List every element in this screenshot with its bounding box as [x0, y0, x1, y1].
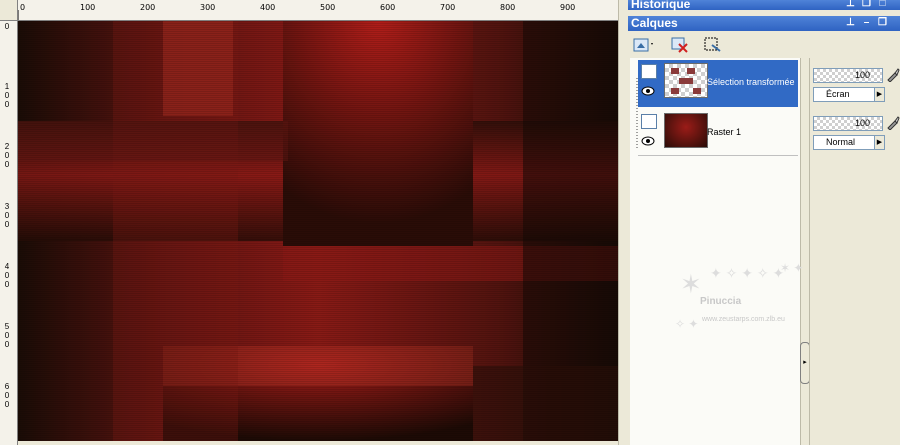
layer-props-row: 100 Normal ▶ — [810, 116, 900, 156]
layer-props-row: 100 Écran ▶ — [810, 68, 900, 108]
brush-icon[interactable] — [886, 116, 900, 130]
brush-icon[interactable] — [886, 68, 900, 82]
ruler-label-200: 200 — [140, 3, 156, 12]
blend-mode-select[interactable]: Écran ▶ — [813, 87, 885, 102]
ruler-corner — [0, 0, 18, 21]
layer-thumbnail — [664, 113, 708, 148]
ruler-label-900: 900 — [560, 3, 576, 12]
calques-title: Calques — [631, 16, 678, 30]
ruler-label-300: 300 — [200, 3, 216, 12]
vruler-label-200: 200 — [4, 142, 10, 169]
opacity-field[interactable]: 100 — [813, 116, 883, 131]
calques-titlebar[interactable]: Calques ⊥ – ❐ — [628, 16, 900, 31]
pin-icon[interactable]: ⊥ — [845, 17, 856, 28]
layers-toolbar — [628, 33, 900, 57]
new-layer-icon[interactable] — [632, 35, 654, 55]
layer-row[interactable]: Sélection transformée — [638, 60, 798, 107]
layer-type-icon — [641, 64, 657, 79]
watermark-name: Pinuccia — [700, 296, 742, 307]
restore-icon[interactable]: ❐ — [877, 17, 888, 28]
right-panel: Historique ⊥ ❐ □ Calques ⊥ – ❐ Sélection… — [628, 0, 900, 445]
svg-text:✧ ✦: ✧ ✦ — [675, 317, 698, 331]
blend-mode-select[interactable]: Normal ▶ — [813, 135, 885, 150]
layer-row[interactable]: Raster 1 — [638, 110, 798, 157]
delete-layer-icon[interactable] — [670, 35, 692, 55]
image-canvas[interactable] — [18, 21, 618, 441]
restore-icon[interactable]: ❐ — [861, 0, 872, 9]
vruler-label-600: 600 — [4, 382, 10, 409]
layers-list: Sélection transformée Raster 1 ✶ ✦ ✧ ✦ ✧… — [630, 58, 810, 445]
layer-name: Raster 1 — [707, 127, 742, 137]
vruler-label-400: 400 — [4, 262, 10, 289]
ruler-label-0: 0 — [20, 3, 26, 12]
blend-mode-value: Écran — [826, 89, 850, 99]
canvas-artwork — [18, 21, 618, 441]
horizontal-ruler: 0 100 200 300 400 500 600 700 800 900 — [0, 0, 620, 21]
ruler-label-800: 800 — [500, 3, 516, 12]
layer-type-icon — [641, 114, 657, 129]
vruler-label-0: 0 — [4, 22, 10, 31]
eye-icon[interactable] — [641, 136, 655, 146]
vruler-label-500: 500 — [4, 322, 10, 349]
historique-titlebar[interactable]: Historique ⊥ ❐ □ — [628, 0, 900, 10]
pin-icon[interactable]: ⊥ — [845, 0, 856, 9]
historique-title: Historique — [631, 0, 691, 11]
ruler-label-500: 500 — [320, 3, 336, 12]
layer-divider — [638, 155, 798, 156]
vruler-label-100: 100 — [4, 82, 10, 109]
ruler-label-100: 100 — [80, 3, 96, 12]
vruler-label-300: 300 — [4, 202, 10, 229]
blend-mode-value: Normal — [826, 137, 856, 147]
layer-properties: 100 Écran ▶ 100 Normal ▶ — [809, 58, 900, 445]
dropdown-arrow-icon[interactable]: ▶ — [874, 136, 884, 149]
mask-icon[interactable] — [702, 35, 724, 55]
eye-icon[interactable] — [641, 86, 655, 96]
watermark-url: www.zeustarps.com.zlb.eu — [702, 316, 785, 323]
svg-text:✶: ✶ — [680, 269, 702, 299]
layer-name: Sélection transformée — [707, 77, 795, 87]
svg-text:✶ ✦: ✶ ✦ — [780, 261, 803, 275]
dropdown-arrow-icon[interactable]: ▶ — [874, 88, 884, 101]
minimize-icon[interactable]: – — [861, 17, 872, 28]
ruler-label-400: 400 — [260, 3, 276, 12]
vertical-ruler: 0 100 200 300 400 500 600 — [0, 20, 18, 445]
close-icon[interactable]: □ — [877, 0, 888, 9]
ruler-label-600: 600 — [380, 3, 396, 12]
svg-text:✦ ✧ ✦ ✧ ✦: ✦ ✧ ✦ ✧ ✦ — [710, 265, 784, 281]
layer-thumbnail — [664, 63, 708, 98]
ruler-label-700: 700 — [440, 3, 456, 12]
opacity-field[interactable]: 100 — [813, 68, 883, 83]
